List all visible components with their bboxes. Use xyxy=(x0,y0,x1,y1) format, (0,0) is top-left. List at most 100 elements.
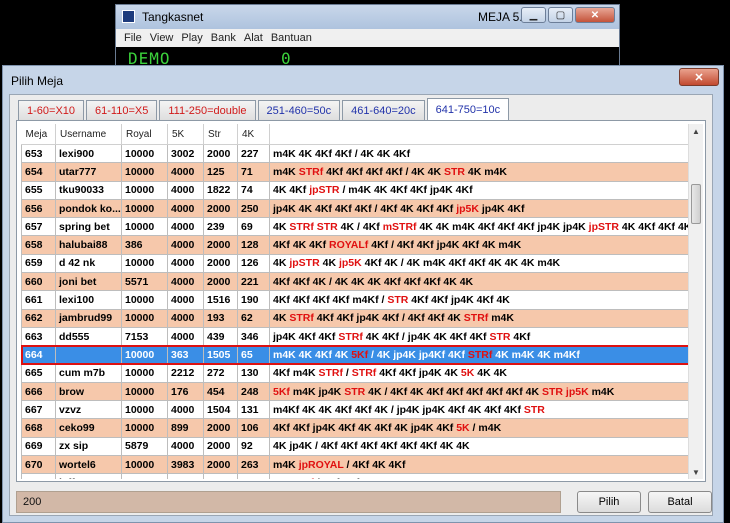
card-segment: / xyxy=(343,367,352,380)
bet-input[interactable]: 200 xyxy=(16,491,561,513)
card-segment: jp4K 4K 4Kf 4Kf 4Kf / 4Kf 4K 4Kf 4Kf xyxy=(273,202,457,215)
meja-table: Meja Username Royal 5K Str 4K 653 lexi900 10000… xyxy=(21,124,689,479)
card-segment: m4K xyxy=(488,312,514,325)
cell-cards: jp4K 4Kf 4Kf STRf 4K 4Kf / jp4K 4K 4Kf 4… xyxy=(269,326,689,347)
card-segment: 4K m4K 4K m4Kf xyxy=(492,348,580,361)
column-header[interactable]: 4K xyxy=(237,124,270,145)
cell-royal: 10000 xyxy=(121,455,168,475)
cell-k4: 71 xyxy=(237,162,270,182)
card-segment: mSTRf xyxy=(382,220,417,233)
card-segment: jp4K 4Kf 4Kf xyxy=(273,330,339,343)
table-row[interactable]: 658 halubai88 386 4000 2000 128 4Kf 4K 4Kf ROY… xyxy=(21,235,689,255)
menubar: File View Play Bank Alat Bantuan xyxy=(116,29,619,47)
background-window-title: Tangkasnet xyxy=(142,10,204,24)
cell-user: spring bet xyxy=(55,217,122,237)
tab-251-460-50c[interactable]: 251-460=50c xyxy=(257,100,341,120)
menu-item-view[interactable]: View xyxy=(150,32,174,44)
table-row[interactable]: 667 vzvz 10000 4000 1504 131 m4Kf 4K 4K 4Kf 4K… xyxy=(21,400,689,420)
menu-item-bank[interactable]: Bank xyxy=(211,32,236,44)
cell-str: 2000 xyxy=(203,143,238,164)
minimize-icon[interactable]: ▁ xyxy=(521,7,546,23)
card-segment: STR xyxy=(489,330,511,343)
cell-meja: 664 xyxy=(21,345,56,365)
cell-cards: m4K jpROYAL / 4Kf 4K 4Kf xyxy=(269,455,689,475)
table-row[interactable]: 665 cum m7b 10000 2212 272 130 4Kf m4K STRf / … xyxy=(21,363,689,383)
bottom-bar: 200 Pilih Batal xyxy=(16,491,712,513)
table-row[interactable]: 669 zx sip 5879 4000 2000 92 4K jp4K / 4Kf 4Kf… xyxy=(21,436,689,457)
cell-k4: 106 xyxy=(237,418,270,438)
scroll-up-icon[interactable]: ▲ xyxy=(689,124,703,138)
card-segment: 4K xyxy=(273,257,290,270)
dialog-close-icon[interactable]: ✕ xyxy=(679,68,719,86)
cell-cards: 5Kf m4K jp4K STR 4K / 4Kf 4K 4Kf 4Kf 4Kf… xyxy=(269,381,689,402)
cell-user: jeff1 xyxy=(55,473,122,479)
cell-cards: 4Kf m4K STRf / STRf 4Kf 4Kf jp4K 4K 5K 4… xyxy=(269,363,689,383)
scroll-down-icon[interactable]: ▼ xyxy=(689,465,703,479)
cell-royal: 10000 xyxy=(121,345,168,365)
cell-k5: 4000 xyxy=(167,235,204,255)
table-row[interactable]: 671jeff11000040004282884K STRf / 4Kf 4Kf… xyxy=(21,473,689,479)
card-segment: STR jp5K xyxy=(541,385,589,398)
column-header[interactable]: Username xyxy=(55,124,122,145)
cell-k4: 288 xyxy=(237,473,270,479)
cell-royal: 10000 xyxy=(121,217,168,237)
cell-k5: 4000 xyxy=(167,180,204,200)
table-row[interactable]: 656 pondok ko... 10000 4000 2000 250 jp4K 4K 4… xyxy=(21,198,689,219)
table-row[interactable]: 663 dd555 7153 4000 439 346 jp4K 4Kf 4Kf STRf … xyxy=(21,326,689,347)
table-row[interactable]: 661 lexi100 10000 4000 1516 190 4Kf 4Kf 4Kf 4K… xyxy=(21,290,689,310)
menu-item-alat[interactable]: Alat xyxy=(244,32,263,44)
app-icon xyxy=(122,10,135,23)
table-row[interactable]: 670 wortel6 10000 3983 2000 263 m4K jpROYAL / … xyxy=(21,455,689,475)
card-segment: STR xyxy=(443,165,465,178)
cell-k5: 4000 xyxy=(167,253,204,274)
tab-1-60-x10[interactable]: 1-60=X10 xyxy=(18,100,85,120)
card-segment: jpSTR xyxy=(309,184,340,197)
table-row[interactable]: 662 jambrud99 10000 4000 193 62 4K STRf 4Kf 4K… xyxy=(21,308,689,328)
column-header[interactable]: Royal xyxy=(121,124,168,145)
card-segment: jp5K xyxy=(338,257,362,270)
batal-button[interactable]: Batal xyxy=(648,491,712,513)
table-scrollbar[interactable]: ▲ ▼ xyxy=(688,124,703,479)
tab-641-750-10c[interactable]: 641-750=10c xyxy=(426,98,510,120)
cell-royal: 10000 xyxy=(121,162,168,182)
table-row[interactable]: 653 lexi900 10000 3002 2000 227 m4K 4K 4Kf 4Kf… xyxy=(21,143,689,164)
card-segment: jp4K 4Kf xyxy=(478,202,525,215)
pilih-button[interactable]: Pilih xyxy=(577,491,641,513)
card-segment: m4K xyxy=(273,165,299,178)
table-row[interactable]: 664 10000 363 1505 65 m4K 4K 4Kf 4K 5Kf / 4K … xyxy=(21,344,689,366)
table-list[interactable]: Meja Username Royal 5K Str 4K 653 lexi900 10000… xyxy=(21,124,689,479)
tab-61-110-x5[interactable]: 61-110=X5 xyxy=(86,100,158,120)
cell-cards: jp4K 4K 4Kf 4Kf 4Kf / 4Kf 4K 4Kf 4Kf jp5… xyxy=(269,198,689,219)
card-segment: 4Kf 4Kf 4Kf 4Kf m4Kf / xyxy=(273,294,388,307)
table-row[interactable]: 660 joni bet 5571 4000 2000 221 4Kf 4Kf 4K / 4… xyxy=(21,272,689,292)
background-titlebar[interactable]: Tangkasnet MEJA 5... ▁ ▢ ✕ xyxy=(116,5,619,29)
table-row[interactable]: 654 utar777 10000 4000 125 71 m4K STRf 4Kf 4Kf… xyxy=(21,162,689,182)
close-icon[interactable]: ✕ xyxy=(575,7,615,23)
menu-item-file[interactable]: File xyxy=(124,32,142,44)
card-segment: 4K 4Kf xyxy=(273,184,310,197)
cell-k5: 3983 xyxy=(167,455,204,475)
tab-111-250-double[interactable]: 111-250=double xyxy=(159,100,256,120)
card-segment: 4K 4Kf / jp4K 4K 4Kf 4Kf xyxy=(362,330,490,343)
table-row[interactable]: 655 tku90033 10000 4000 1822 74 4K 4Kf jpSTR /… xyxy=(21,180,689,200)
menu-item-play[interactable]: Play xyxy=(181,32,202,44)
scroll-thumb[interactable] xyxy=(691,184,701,224)
column-header[interactable]: Meja xyxy=(21,124,56,145)
table-row[interactable]: 666 brow 10000 176 454 248 5Kf m4K jp4K STR 4K… xyxy=(21,381,689,402)
table-header: Meja Username Royal 5K Str 4K xyxy=(21,124,689,145)
cell-k4: 62 xyxy=(237,308,270,328)
table-row[interactable]: 668 ceko99 10000 899 2000 106 4Kf 4Kf jp4K 4Kf… xyxy=(21,418,689,438)
card-segment: 4K xyxy=(273,220,290,233)
column-header[interactable] xyxy=(269,124,689,145)
column-header[interactable]: 5K xyxy=(167,124,204,145)
cell-royal: 10000 xyxy=(121,418,168,438)
tab-461-640-20c[interactable]: 461-640=20c xyxy=(342,100,425,120)
maximize-icon[interactable]: ▢ xyxy=(548,7,573,23)
table-row[interactable]: 659 d 42 nk 10000 4000 2000 126 4K jpSTR 4K jp… xyxy=(21,253,689,274)
menu-item-bantuan[interactable]: Bantuan xyxy=(271,32,312,44)
card-segment: STRf xyxy=(289,477,314,479)
column-header[interactable]: Str xyxy=(203,124,238,145)
cell-user: vzvz xyxy=(55,400,122,420)
cell-cards: 4K STRf 4Kf 4Kf jp4K 4Kf / 4Kf 4Kf 4K ST… xyxy=(269,308,689,328)
table-row[interactable]: 657 spring bet 10000 4000 239 69 4K STRf STR 4… xyxy=(21,217,689,237)
